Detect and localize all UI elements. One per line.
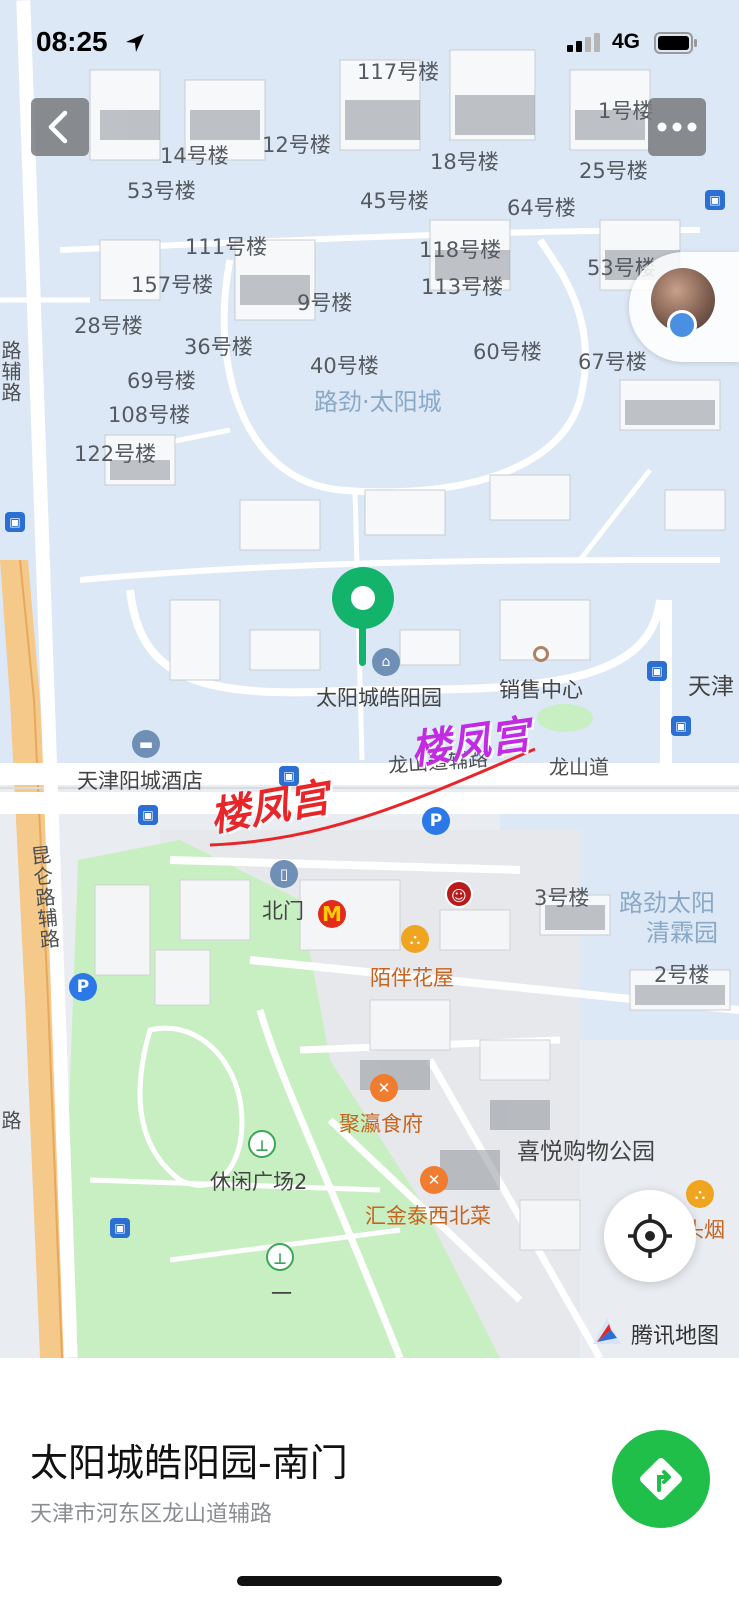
user-location-dot-icon [667,310,697,340]
map-view[interactable]: 117号楼 1号楼 14号楼 12号楼 18号楼 25号楼 53号楼 45号楼 … [0,0,739,1358]
poi-label-plaza[interactable]: 休闲广场2 [210,1172,307,1193]
poi-label-plaza-sub[interactable]: 一 [271,1284,292,1305]
status-bar: 08:25 4G [0,0,739,90]
poi-label-hotel[interactable]: 天津阳城酒店 [77,771,203,792]
home-indicator [237,1576,502,1586]
tencent-map-logo-icon [593,1318,621,1344]
poi-label-tianjin[interactable]: 天津 [688,676,734,699]
destination-name: 太阳城皓阳园-南门 [30,1441,348,1485]
poi-label-restaurant1[interactable]: 聚瀛食府 [339,1114,423,1135]
building-label: 108号楼 [108,403,191,427]
shared-location-widget[interactable] [629,252,739,362]
building-label: 12号楼 [262,133,331,157]
cellular-signal-icon [567,33,600,52]
complex-label: 路劲·太阳城 [314,388,442,416]
map-provider-name: 腾讯地图 [631,1324,720,1349]
building-label: 45号楼 [360,189,429,213]
building-label: 25号楼 [579,159,648,183]
destination-pin-icon[interactable] [332,566,394,670]
building-label: 53号楼 [127,179,196,203]
road-label-left-aux: 路辅路 [0,340,22,403]
navigate-turn-icon [640,1458,682,1500]
poi-label-mall[interactable]: 喜悦购物公园 [517,1141,655,1164]
poi-label-sales-center[interactable]: 销售中心 [499,680,583,701]
building-label: 113号楼 [421,275,504,299]
locate-crosshair-icon [628,1214,672,1258]
building-label: 1号楼 [598,99,654,123]
location-arrow-icon [126,34,144,52]
bus-stop-icon[interactable]: ▣ [671,716,691,736]
park-icon[interactable]: ⊥ [266,1243,294,1271]
gate-icon[interactable]: ▯ [270,860,298,888]
building-label: 64号楼 [507,196,576,220]
building-label: 118号楼 [419,238,502,262]
bus-stop-icon[interactable]: ▣ [705,190,725,210]
more-button[interactable] [648,98,706,156]
park-icon[interactable]: ⊥ [248,1130,276,1158]
restaurant-icon[interactable]: ✕ [370,1074,398,1102]
building-label: 18号楼 [430,150,499,174]
locate-button[interactable] [604,1190,696,1282]
building-label: 122号楼 [74,442,157,466]
navigate-button[interactable] [612,1430,710,1528]
building-label: 69号楼 [127,369,196,393]
road-label-longshan: 龙山道 [549,755,609,779]
map-provider-logo: 腾讯地图 [589,1314,719,1349]
destination-card[interactable]: 太阳城皓阳园-南门 天津市河东区龙山道辅路 [0,1358,739,1600]
parking-icon[interactable]: P [69,973,97,1001]
bus-stop-icon[interactable]: ▣ [110,1218,130,1238]
restaurant-icon[interactable]: ✕ [420,1166,448,1194]
building-label: 2号楼 [654,963,710,987]
sales-center-icon[interactable] [533,646,549,662]
mcdonalds-icon[interactable]: M [318,900,346,928]
more-dots-icon [657,122,697,132]
destination-address: 天津市河东区龙山道辅路 [30,1502,273,1527]
poi-label-flower-shop[interactable]: 陌伴花屋 [370,968,454,989]
building-label: 111号楼 [185,235,268,259]
building-label: 67号楼 [578,350,647,374]
back-button[interactable] [31,98,89,156]
battery-icon [654,32,697,54]
building-label: 28号楼 [74,314,143,338]
poi-label-north-gate[interactable]: 北门 [262,901,304,922]
building-label: 40号楼 [310,354,379,378]
building-label: 9号楼 [297,291,353,315]
shop-icon[interactable]: ⛬ [401,925,429,953]
kfc-icon[interactable]: ☺ [445,880,473,908]
building-label: 36号楼 [184,335,253,359]
chevron-left-icon [48,110,68,144]
complex2-label-line1: 路劲太阳 [619,889,715,917]
bus-stop-icon[interactable]: ▣ [138,805,158,825]
building-label: 157号楼 [131,273,214,297]
building-label: 3号楼 [534,886,590,910]
building-label: 60号楼 [473,340,542,364]
complex2-label-line2: 清霖园 [646,919,718,947]
building-label: 14号楼 [160,144,229,168]
hotel-icon[interactable]: ▬ [132,730,160,758]
road-label-left: 路 [0,1110,22,1131]
poi-label-restaurant2[interactable]: 汇金泰西北菜 [365,1206,491,1227]
network-type: 4G [612,30,641,53]
bus-stop-icon[interactable]: ▣ [5,512,25,532]
bus-stop-icon[interactable]: ▣ [647,661,667,681]
status-time: 08:25 [36,26,108,57]
poi-label-destination[interactable]: 太阳城皓阳园 [316,688,442,709]
